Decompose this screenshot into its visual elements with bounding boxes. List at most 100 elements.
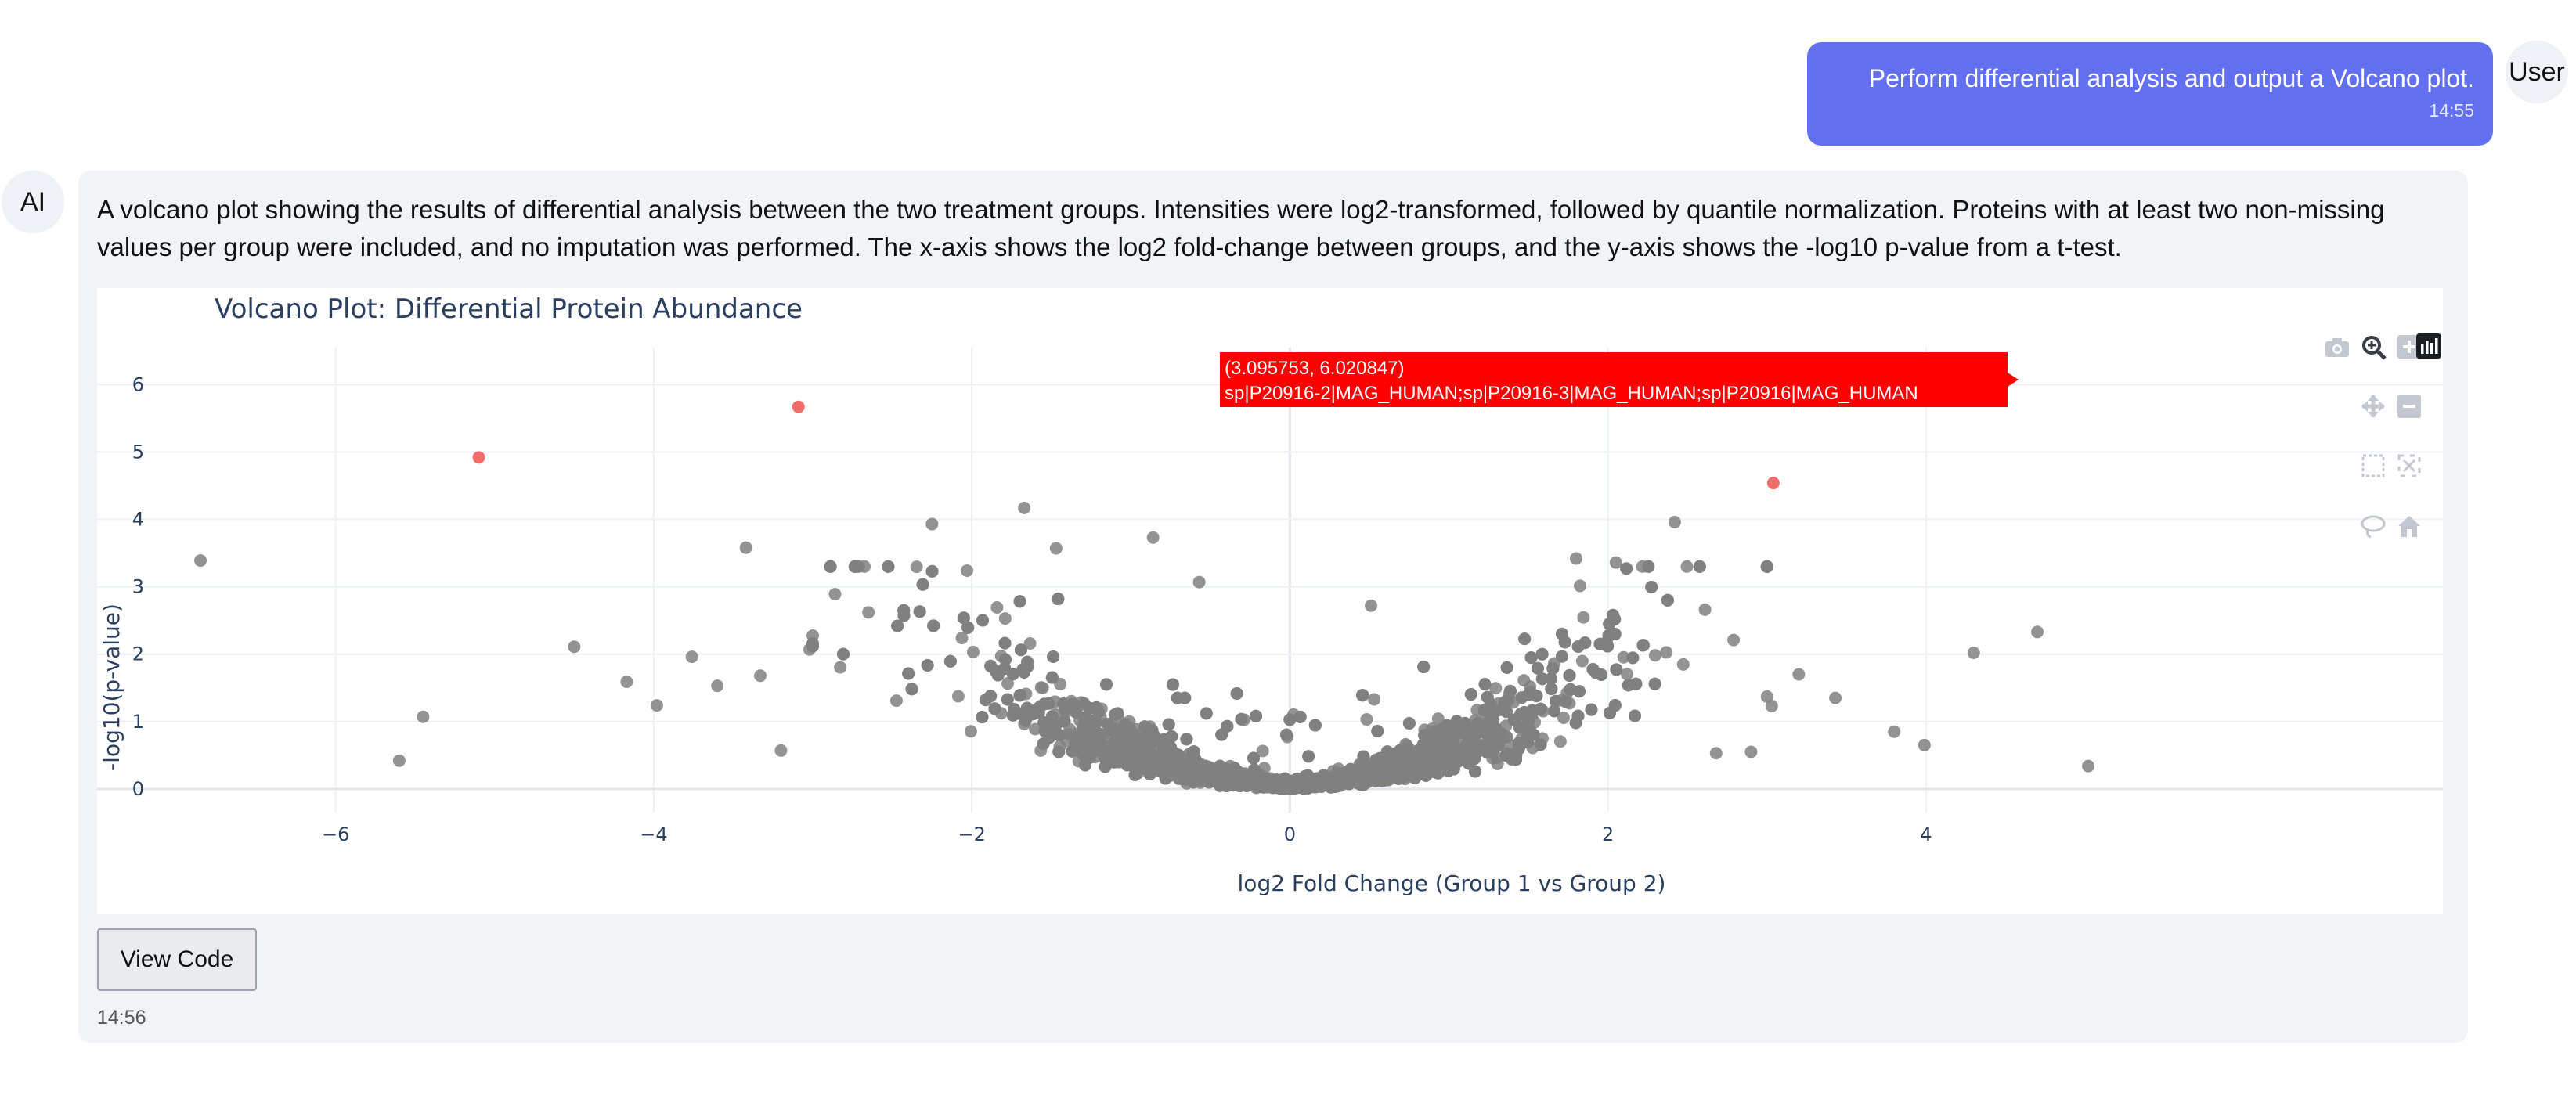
data-point[interactable]: [1620, 562, 1633, 575]
data-point[interactable]: [1693, 560, 1706, 573]
data-point[interactable]: [1629, 677, 1643, 690]
data-point[interactable]: [194, 554, 207, 568]
data-point[interactable]: [1264, 775, 1277, 788]
data-point[interactable]: [1648, 649, 1661, 662]
data-point[interactable]: [1573, 579, 1586, 593]
data-point[interactable]: [1500, 661, 1513, 674]
data-point[interactable]: [1047, 650, 1060, 663]
data-point[interactable]: [1676, 658, 1690, 671]
data-point[interactable]: [1022, 708, 1035, 722]
data-point[interactable]: [1668, 515, 1681, 528]
data-point[interactable]: [1368, 693, 1381, 706]
data-point[interactable]: [1364, 599, 1377, 612]
data-point[interactable]: [1709, 747, 1723, 760]
data-point[interactable]: [1099, 760, 1112, 773]
data-point[interactable]: [828, 588, 842, 601]
significant-point[interactable]: [472, 451, 485, 464]
data-point[interactable]: [1013, 688, 1026, 701]
data-point[interactable]: [925, 517, 939, 531]
data-point[interactable]: [1610, 663, 1623, 676]
data-point[interactable]: [1512, 737, 1525, 750]
data-point[interactable]: [1192, 575, 1206, 589]
data-point[interactable]: [1308, 719, 1322, 732]
data-point[interactable]: [1165, 730, 1178, 743]
data-point[interactable]: [910, 560, 923, 574]
data-point[interactable]: [650, 699, 663, 712]
data-point[interactable]: [1545, 683, 1558, 696]
data-point[interactable]: [1100, 678, 1113, 691]
data-point[interactable]: [1548, 704, 1561, 718]
data-point[interactable]: [1247, 751, 1261, 765]
data-point[interactable]: [1037, 737, 1050, 751]
data-point[interactable]: [1235, 712, 1248, 726]
data-point[interactable]: [1918, 738, 1931, 751]
data-point[interactable]: [834, 661, 847, 674]
data-point[interactable]: [976, 614, 990, 627]
plot-modebar[interactable]: [2325, 333, 2441, 539]
data-point[interactable]: [913, 605, 926, 618]
data-point[interactable]: [1792, 668, 1806, 681]
data-point[interactable]: [1569, 716, 1582, 730]
data-point[interactable]: [1621, 668, 1634, 681]
data-point[interactable]: [1648, 677, 1661, 690]
data-point[interactable]: [1464, 688, 1477, 701]
data-point[interactable]: [998, 612, 1012, 625]
data-point[interactable]: [1570, 552, 1583, 565]
data-point[interactable]: [1013, 595, 1026, 608]
data-point[interactable]: [1171, 691, 1184, 704]
data-point[interactable]: [1293, 710, 1307, 723]
data-point[interactable]: [889, 694, 903, 708]
data-point[interactable]: [754, 669, 767, 683]
data-point[interactable]: [1101, 744, 1114, 758]
data-point[interactable]: [1575, 654, 1589, 668]
data-point[interactable]: [1394, 751, 1408, 765]
data-point[interactable]: [891, 619, 904, 632]
data-point[interactable]: [1192, 758, 1205, 771]
data-point[interactable]: [1169, 754, 1182, 767]
data-point[interactable]: [1603, 706, 1616, 719]
data-point[interactable]: [1360, 713, 1373, 726]
data-point[interactable]: [1200, 707, 1213, 720]
data-point[interactable]: [1727, 633, 1741, 647]
zoom-out-icon[interactable]: [2397, 395, 2421, 418]
significant-point[interactable]: [792, 400, 805, 413]
significant-point[interactable]: [1766, 477, 1780, 490]
data-point[interactable]: [1230, 686, 1243, 700]
data-point[interactable]: [1577, 611, 1590, 624]
data-point[interactable]: [921, 658, 934, 672]
data-point[interactable]: [1302, 750, 1315, 763]
data-point[interactable]: [1586, 663, 1600, 676]
data-point[interactable]: [1279, 728, 1293, 741]
data-point[interactable]: [1481, 690, 1494, 704]
autoscale-icon[interactable]: [2397, 454, 2421, 477]
data-point[interactable]: [897, 604, 911, 617]
data-point[interactable]: [1008, 703, 1021, 716]
data-point[interactable]: [1045, 671, 1059, 684]
data-point[interactable]: [1070, 706, 1083, 719]
data-point[interactable]: [1283, 713, 1297, 726]
data-point[interactable]: [961, 564, 974, 577]
data-point[interactable]: [1052, 745, 1066, 758]
data-point[interactable]: [1744, 745, 1758, 758]
data-point[interactable]: [1157, 741, 1171, 755]
data-point[interactable]: [916, 578, 929, 591]
data-point[interactable]: [1468, 752, 1481, 766]
data-point[interactable]: [1018, 501, 1031, 514]
data-point[interactable]: [711, 679, 724, 693]
data-point[interactable]: [1534, 738, 1547, 751]
data-point[interactable]: [1660, 646, 1673, 659]
data-point[interactable]: [905, 683, 918, 696]
data-point[interactable]: [1146, 531, 1160, 544]
data-point[interactable]: [990, 600, 1004, 614]
data-point[interactable]: [1555, 650, 1568, 663]
data-point[interactable]: [1661, 593, 1674, 607]
data-point[interactable]: [1698, 603, 1712, 616]
data-point[interactable]: [1354, 778, 1367, 791]
data-point[interactable]: [774, 744, 788, 757]
data-point[interactable]: [1180, 733, 1193, 746]
data-point[interactable]: [1134, 739, 1147, 752]
data-point[interactable]: [1329, 777, 1342, 790]
data-point[interactable]: [943, 654, 957, 668]
camera-icon[interactable]: [2325, 338, 2349, 357]
data-point[interactable]: [1166, 678, 1179, 691]
